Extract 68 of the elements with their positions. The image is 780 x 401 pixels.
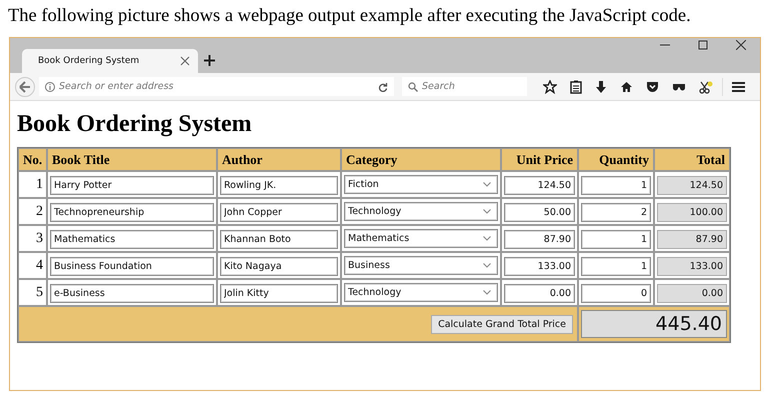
unit-price-field[interactable]: 87.90 xyxy=(504,230,575,248)
chevron-icon xyxy=(483,182,491,187)
author-field[interactable]: Kito Nagaya xyxy=(220,256,338,276)
search-icon xyxy=(408,82,418,92)
search-field[interactable]: Search xyxy=(402,77,527,96)
clipboard-icon[interactable] xyxy=(570,80,582,94)
quantity-field[interactable]: 0 xyxy=(581,284,651,302)
total-field[interactable]: 133.00 xyxy=(657,256,727,276)
quantity-field[interactable]: 2 xyxy=(581,202,651,222)
unit-price-field[interactable]: 124.50 xyxy=(504,176,575,194)
column-header: No. xyxy=(18,148,47,171)
total-field[interactable]: 100.00 xyxy=(657,202,727,222)
reload-icon[interactable] xyxy=(378,82,388,92)
title-field[interactable]: e-Business xyxy=(50,284,214,302)
pocket-icon[interactable] xyxy=(646,80,659,92)
chevron-icon xyxy=(483,290,491,295)
unit-price-field[interactable]: 133.00 xyxy=(504,256,575,276)
unit-price-field[interactable]: 50.00 xyxy=(504,202,575,222)
total-field[interactable]: 87.90 xyxy=(657,230,727,248)
column-header: Total xyxy=(654,148,730,171)
title-field[interactable]: Mathematics xyxy=(50,230,214,248)
column-header: Quantity xyxy=(578,148,654,171)
star-icon[interactable] xyxy=(543,80,557,94)
caption-text: The following picture shows a webpage output example after executing the JavaScript code. xyxy=(7,5,692,27)
quantity-field[interactable]: 1 xyxy=(581,230,651,248)
chevron-icon xyxy=(483,263,491,268)
chevron-icon xyxy=(483,209,491,214)
title-field[interactable]: Harry Potter xyxy=(50,176,214,194)
calculate-button[interactable]: Calculate Grand Total Price xyxy=(431,315,573,334)
grand-total-field[interactable]: 445.40 xyxy=(581,310,727,338)
plus-icon[interactable] xyxy=(204,55,215,66)
browser-tab[interactable]: Book Ordering System xyxy=(22,49,198,73)
menu-icon[interactable] xyxy=(732,80,745,92)
author-field[interactable]: Khannan Boto xyxy=(220,230,338,248)
mask-icon[interactable] xyxy=(672,82,686,90)
total-field[interactable]: 124.50 xyxy=(657,176,727,194)
category-dropdown[interactable]: Fiction xyxy=(344,175,498,194)
maximize-icon[interactable] xyxy=(698,40,708,50)
address-field[interactable]: Search or enter address xyxy=(39,77,394,96)
title-field[interactable]: Technopreneurship xyxy=(50,202,214,222)
chevron-icon xyxy=(483,236,491,241)
column-header: Category xyxy=(341,148,501,171)
scissors-icon[interactable] xyxy=(699,80,713,94)
row-number: 4 xyxy=(18,252,47,279)
category-dropdown[interactable]: Mathematics xyxy=(344,229,498,248)
download-icon[interactable] xyxy=(595,80,607,94)
row-number: 2 xyxy=(18,198,47,225)
column-header: Author xyxy=(217,148,341,171)
category-dropdown[interactable]: Technology xyxy=(344,202,498,221)
quantity-field[interactable]: 1 xyxy=(581,176,651,194)
column-header: Unit Price xyxy=(501,148,578,171)
close-icon[interactable] xyxy=(180,56,190,66)
page-heading: Book Ordering System xyxy=(17,110,253,139)
row-number: 3 xyxy=(18,225,47,252)
row-number: 5 xyxy=(18,279,47,306)
author-field[interactable]: Rowling JK. xyxy=(220,176,338,194)
close-icon[interactable] xyxy=(736,40,746,50)
category-dropdown[interactable]: Technology xyxy=(344,283,498,302)
row-number: 1 xyxy=(18,171,47,198)
total-field[interactable]: 0.00 xyxy=(657,284,727,302)
column-header: Book Title xyxy=(47,148,217,171)
quantity-field[interactable]: 1 xyxy=(581,256,651,276)
info-icon xyxy=(45,82,55,92)
category-dropdown[interactable]: Business xyxy=(344,256,498,275)
title-field[interactable]: Business Foundation xyxy=(50,256,214,276)
back-icon[interactable] xyxy=(15,76,35,96)
home-icon[interactable] xyxy=(620,80,633,92)
unit-price-field[interactable]: 0.00 xyxy=(504,284,575,302)
